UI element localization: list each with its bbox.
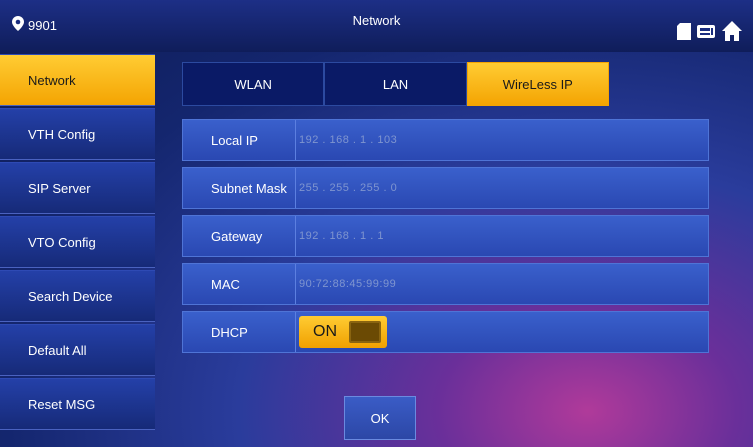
sidebar-item-vth-config[interactable]: VTH Config xyxy=(0,108,155,160)
gateway-label: Gateway xyxy=(211,228,263,244)
sidebar-item-label: Reset MSG xyxy=(28,396,96,412)
dhcp-label: DHCP xyxy=(211,324,248,340)
sidebar-item-network[interactable]: Network xyxy=(0,54,155,106)
local-ip-row: Local IP 192 . 168 . 1 . 103 xyxy=(182,119,709,161)
sidebar-item-vto-config[interactable]: VTO Config xyxy=(0,216,155,268)
sidebar-item-label: VTH Config xyxy=(28,126,96,142)
sidebar-item-search-device[interactable]: Search Device xyxy=(0,270,155,322)
sidebar-item-label: VTO Config xyxy=(28,234,96,250)
tab-lan[interactable]: LAN xyxy=(324,62,467,106)
sd-card-icon xyxy=(677,22,691,45)
sidebar-item-reset-msg[interactable]: Reset MSG xyxy=(0,378,155,430)
network-tabs: WLAN LAN WireLess IP xyxy=(182,62,609,106)
local-ip-label: Local IP xyxy=(211,132,258,148)
local-ip-field[interactable]: 192 . 168 . 1 . 103 xyxy=(299,120,397,160)
subnet-mask-row: Subnet Mask 255 . 255 . 255 . 0 xyxy=(182,167,709,209)
mac-value: 90:72:88:45:99:99 xyxy=(299,278,397,290)
sidebar-item-label: Search Device xyxy=(28,288,113,304)
subnet-mask-label: Subnet Mask xyxy=(211,180,287,196)
ok-button[interactable]: OK xyxy=(344,396,416,440)
dhcp-row: DHCP ON xyxy=(182,311,709,353)
tab-wlan[interactable]: WLAN xyxy=(182,62,325,106)
page-title: Network xyxy=(352,13,401,28)
mac-label: MAC xyxy=(211,276,240,292)
sidebar-item-default-all[interactable]: Default All xyxy=(0,324,155,376)
sidebar: Network VTH Config SIP Server VTO Config… xyxy=(0,54,155,447)
home-icon[interactable] xyxy=(721,20,743,47)
sidebar-item-label: Default All xyxy=(28,342,87,358)
dhcp-toggle[interactable]: ON xyxy=(299,316,387,348)
tab-wireless-ip[interactable]: WireLess IP xyxy=(466,62,609,106)
mac-row: MAC 90:72:88:45:99:99 xyxy=(182,263,709,305)
subnet-mask-field[interactable]: 255 . 255 . 255 . 0 xyxy=(299,168,397,208)
top-bar: 9901 Network xyxy=(0,0,753,52)
toggle-knob xyxy=(349,321,381,343)
sidebar-item-sip-server[interactable]: SIP Server xyxy=(0,162,155,214)
sidebar-item-label: SIP Server xyxy=(28,180,91,196)
dhcp-toggle-state: ON xyxy=(313,323,337,340)
gateway-field[interactable]: 192 . 168 . 1 . 1 xyxy=(299,216,384,256)
intercom-icon xyxy=(697,23,715,44)
gateway-row: Gateway 192 . 168 . 1 . 1 xyxy=(182,215,709,257)
sidebar-item-label: Network xyxy=(28,72,76,88)
